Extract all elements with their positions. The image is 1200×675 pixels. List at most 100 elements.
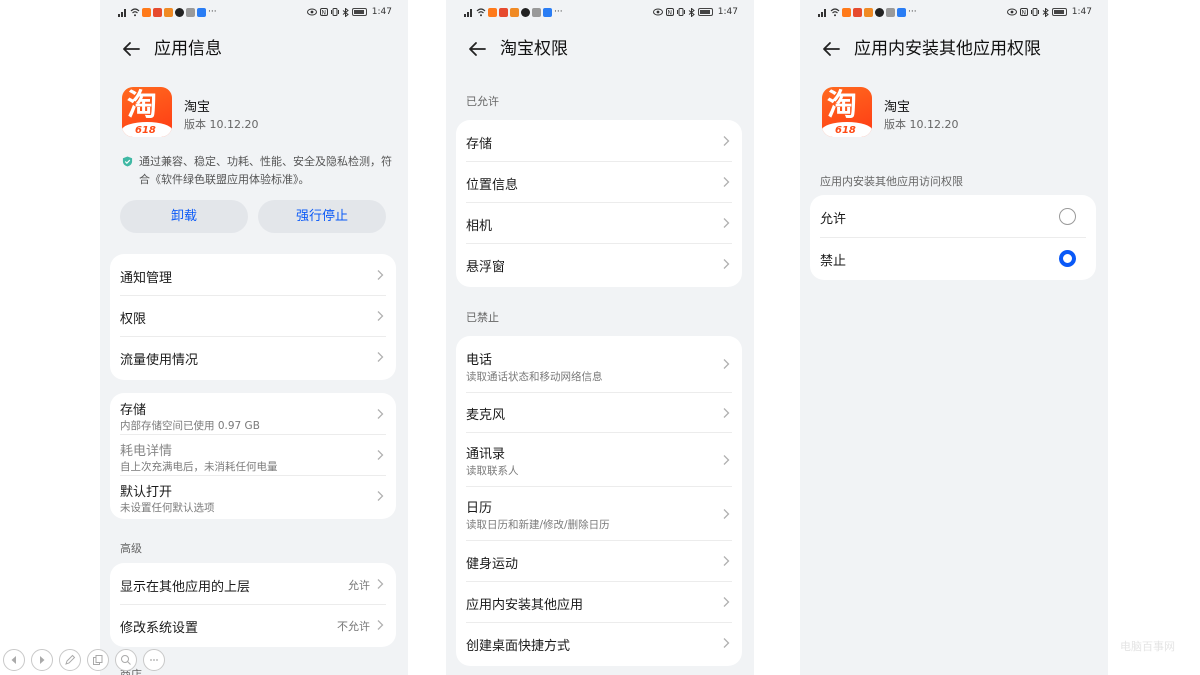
list-item-label: 权限 xyxy=(120,312,147,327)
vibrate-icon xyxy=(330,8,339,16)
permission-floating-window[interactable]: 悬浮窗 xyxy=(466,244,732,286)
list-item-label: 存储 xyxy=(466,137,493,152)
battery-icon xyxy=(697,8,713,16)
list-item-label: 通知管理 xyxy=(120,271,173,286)
back-arrow-icon[interactable] xyxy=(820,38,842,60)
permissions-screen: ··· N 1:47 淘宝权限 已允许 存储 位置信息 相机 悬浮窗 已禁止 电… xyxy=(446,0,754,675)
certification-notice: 通过兼容、稳定、功耗、性能、安全及隐私检测，符合《软件绿色联盟应用体验标准》。 xyxy=(122,153,392,189)
status-time: 1:47 xyxy=(717,7,738,17)
signal-icon xyxy=(464,8,472,17)
list-item-label: 健身运动 xyxy=(466,557,519,572)
radio-deny-selected[interactable] xyxy=(1059,250,1076,267)
section-label-advanced: 高级 xyxy=(120,542,142,555)
eye-icon xyxy=(1006,8,1017,16)
logo-tag: 618 xyxy=(135,125,156,136)
qq-notification-icon xyxy=(875,7,884,17)
list-item-label: 日历 xyxy=(466,501,493,516)
permission-microphone[interactable]: 麦克风 xyxy=(466,393,732,433)
pen-button[interactable] xyxy=(59,649,81,671)
list-item-overlay[interactable]: 显示在其他应用的上层 允许 xyxy=(120,563,386,605)
permission-install-apps[interactable]: 应用内安装其他应用 xyxy=(466,582,732,623)
list-item-data-usage[interactable]: 流量使用情况 xyxy=(120,337,386,379)
list-item-subtitle: 自上次充满电后，未消耗任何电量 xyxy=(120,461,278,473)
list-item-label: 相机 xyxy=(466,219,493,234)
copy-button[interactable] xyxy=(87,649,109,671)
permission-shortcuts[interactable]: 创建桌面快捷方式 xyxy=(466,623,732,665)
list-item-storage[interactable]: 存储 内部存储空间已使用 0.97 GB xyxy=(120,393,386,435)
app-notification-icon xyxy=(510,7,519,17)
nfc-icon: N xyxy=(319,8,328,16)
chevron-right-icon xyxy=(377,579,384,589)
app-name: 淘宝 xyxy=(184,100,211,115)
status-right-icons: N 1:47 xyxy=(1006,7,1092,17)
zoom-button[interactable] xyxy=(115,649,137,671)
app-name: 淘宝 xyxy=(884,100,911,115)
prev-button[interactable] xyxy=(3,649,25,671)
list-item-label: 流量使用情况 xyxy=(120,353,199,368)
status-right-icons: N 1:47 xyxy=(306,7,392,17)
wifi-icon xyxy=(830,7,840,16)
logo-tag: 618 xyxy=(835,125,856,136)
taobao-logo: 淘 618 xyxy=(122,87,172,137)
taobao-notification-icon xyxy=(842,7,851,17)
uninstall-button[interactable]: 卸载 xyxy=(120,200,248,233)
title-bar: 应用内安装其他应用权限 xyxy=(800,36,1108,62)
status-time: 1:47 xyxy=(1071,7,1092,17)
bluetooth-icon xyxy=(1042,7,1049,17)
chevron-right-icon xyxy=(723,509,730,519)
option-deny[interactable]: 禁止 xyxy=(820,238,1086,280)
permission-location[interactable]: 位置信息 xyxy=(466,162,732,203)
chevron-right-icon xyxy=(723,638,730,648)
list-item-value: 允许 xyxy=(348,579,370,592)
list-item-label: 修改系统设置 xyxy=(120,621,199,636)
radio-allow[interactable] xyxy=(1059,208,1076,225)
back-arrow-icon[interactable] xyxy=(466,38,488,60)
status-bar: ··· N 1:47 xyxy=(446,7,754,21)
weibo-notification-icon xyxy=(499,7,508,17)
list-item-label: 麦克风 xyxy=(466,408,506,423)
permission-calendar[interactable]: 日历 读取日历和新建/修改/删除日历 xyxy=(466,487,732,541)
permission-storage[interactable]: 存储 xyxy=(466,120,732,162)
vibrate-icon xyxy=(676,8,685,16)
more-icon xyxy=(150,659,158,661)
more-notifications-icon: ··· xyxy=(208,7,217,17)
option-allow[interactable]: 允许 xyxy=(820,195,1086,238)
chevron-right-icon xyxy=(723,259,730,269)
back-arrow-icon[interactable] xyxy=(120,38,142,60)
chevron-right-icon xyxy=(377,491,384,501)
pen-icon xyxy=(65,654,76,665)
list-item-default-open[interactable]: 默认打开 未设置任何默认选项 xyxy=(120,476,386,518)
list-item-battery[interactable]: 耗电详情 自上次充满电后，未消耗任何电量 xyxy=(120,435,386,476)
qq-notification-icon xyxy=(521,7,530,17)
list-item-label: 悬浮窗 xyxy=(466,260,506,275)
bluetooth-icon xyxy=(342,7,349,17)
permission-phone[interactable]: 电话 读取通话状态和移动网络信息 xyxy=(466,336,732,393)
next-button[interactable] xyxy=(31,649,53,671)
app-notification-icon xyxy=(864,7,873,17)
logo-glyph: 淘 xyxy=(127,88,157,123)
settings-card: 通知管理 权限 流量使用情况 xyxy=(110,254,396,380)
list-item-permissions[interactable]: 权限 xyxy=(120,296,386,337)
permission-contacts[interactable]: 通讯录 读取联系人 xyxy=(466,433,732,487)
permission-fitness[interactable]: 健身运动 xyxy=(466,541,732,582)
list-item-subtitle: 读取联系人 xyxy=(466,465,519,477)
more-button[interactable] xyxy=(143,649,165,671)
eye-icon xyxy=(306,8,317,16)
status-time: 1:47 xyxy=(371,7,392,17)
force-stop-button[interactable]: 强行停止 xyxy=(258,200,386,233)
wifi-icon xyxy=(130,7,140,16)
chevron-right-icon xyxy=(723,455,730,465)
app-version: 版本 10.12.20 xyxy=(184,118,259,131)
list-item-notifications[interactable]: 通知管理 xyxy=(120,254,386,296)
signal-icon xyxy=(818,8,826,17)
permission-camera[interactable]: 相机 xyxy=(466,203,732,244)
page-title: 淘宝权限 xyxy=(500,39,568,59)
battery-icon xyxy=(351,8,367,16)
chevron-right-icon xyxy=(377,409,384,419)
option-label: 禁止 xyxy=(820,254,847,269)
list-item-system-settings[interactable]: 修改系统设置 不允许 xyxy=(120,605,386,647)
chevron-right-icon xyxy=(723,359,730,369)
cart-notification-icon xyxy=(532,7,541,17)
title-bar: 应用信息 xyxy=(100,36,408,62)
message-notification-icon xyxy=(543,7,552,17)
